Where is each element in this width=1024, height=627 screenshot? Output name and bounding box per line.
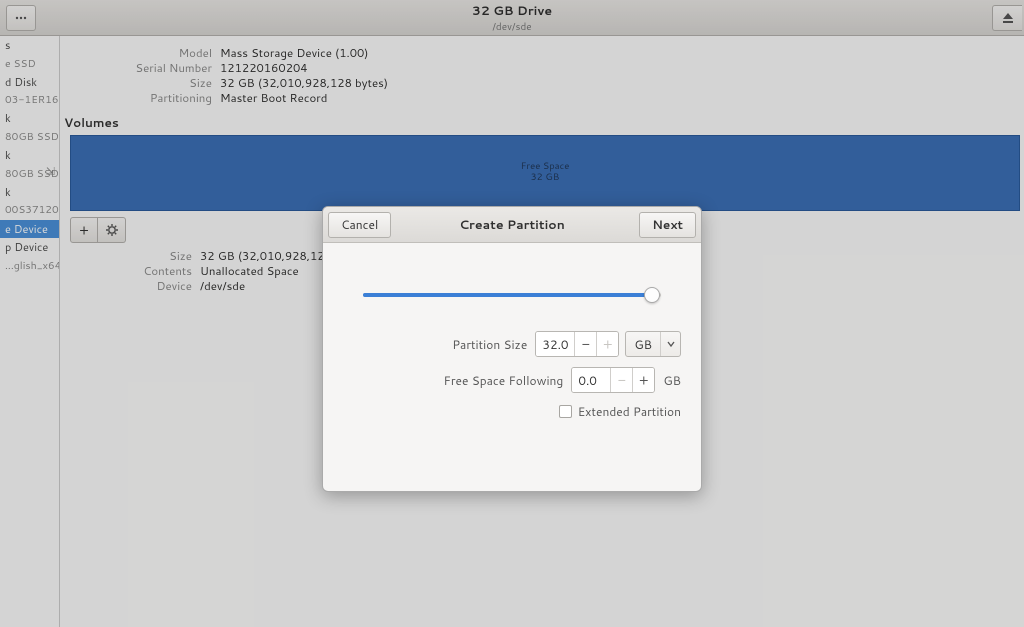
dialog-body: Partition Size − + GB Free Space Followi… [323, 243, 701, 491]
partition-size-label: Partition Size [452, 336, 527, 353]
free-decrement[interactable]: − [610, 368, 632, 392]
unit-combo[interactable]: GB [625, 331, 681, 357]
slider-fill [363, 293, 652, 297]
dialog-header: Cancel Create Partition Next [323, 207, 701, 243]
partition-size-row: Partition Size − + GB [343, 331, 681, 357]
cancel-button[interactable]: Cancel [328, 212, 391, 238]
partition-size-input[interactable] [536, 332, 574, 356]
free-following-row: Free Space Following − + GB [343, 367, 681, 393]
free-increment[interactable]: + [632, 368, 654, 392]
extended-row: Extended Partition [343, 403, 681, 420]
free-following-label: Free Space Following [444, 372, 564, 389]
dialog-title: Create Partition [459, 216, 565, 234]
dialog-backdrop: Cancel Create Partition Next Partition S… [0, 0, 1024, 627]
free-following-unit: GB [663, 372, 681, 389]
partition-size-spin: − + [535, 331, 619, 357]
free-following-input[interactable] [572, 368, 610, 392]
next-button[interactable]: Next [639, 212, 696, 238]
extended-checkbox[interactable] [559, 405, 572, 418]
extended-label: Extended Partition [578, 403, 681, 420]
chevron-down-icon [660, 332, 680, 356]
size-decrement[interactable]: − [574, 332, 596, 356]
partition-size-slider[interactable] [363, 285, 661, 305]
create-partition-dialog: Cancel Create Partition Next Partition S… [322, 206, 702, 492]
slider-thumb[interactable] [644, 287, 660, 303]
free-following-spin: − + [571, 367, 655, 393]
size-increment[interactable]: + [596, 332, 618, 356]
unit-label: GB [626, 332, 660, 356]
